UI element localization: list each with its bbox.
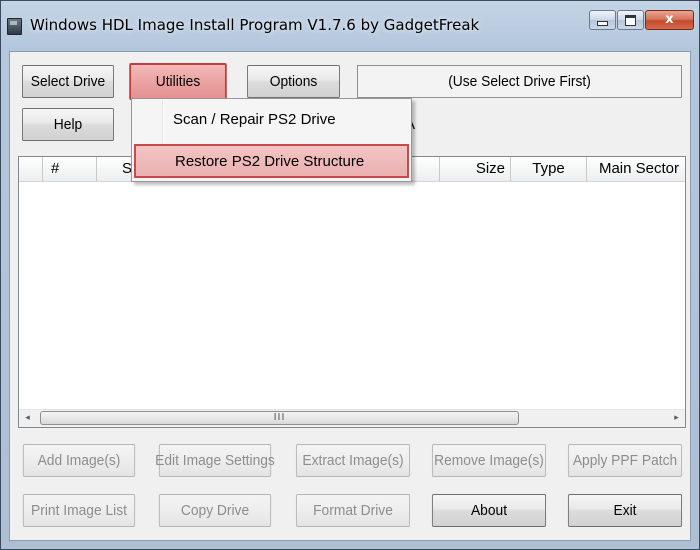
column-header-type[interactable]: Type — [511, 157, 587, 181]
close-icon: x — [665, 12, 674, 27]
drive-status-text: (Use Select Drive First) — [448, 73, 591, 90]
maximize-icon — [625, 15, 636, 26]
title-bar[interactable]: Windows HDL Image Install Program V1.7.6… — [1, 1, 699, 51]
window-title: Windows HDL Image Install Program V1.7.6… — [30, 16, 480, 34]
edit-image-settings-button[interactable]: Edit Image Settings — [155, 444, 275, 477]
apply-ppf-patch-button[interactable]: Apply PPF Patch — [567, 444, 683, 477]
scroll-grip-icon: III — [273, 412, 286, 423]
exit-button[interactable]: Exit — [567, 494, 683, 527]
image-list[interactable]: # S Size Type Main Sector ◂ III ▸ — [18, 156, 686, 428]
help-button[interactable]: Help — [22, 108, 114, 141]
remove-images-button[interactable]: Remove Image(s) — [431, 444, 547, 477]
extract-images-button[interactable]: Extract Image(s) — [295, 444, 411, 477]
app-window: Windows HDL Image Install Program V1.7.6… — [0, 0, 700, 550]
select-drive-button[interactable]: Select Drive — [22, 65, 114, 98]
options-button[interactable]: Options — [247, 65, 340, 98]
scroll-left-icon[interactable]: ◂ — [19, 410, 36, 427]
drive-status-display: (Use Select Drive First) — [357, 65, 682, 98]
column-header-main-sector[interactable]: Main Sector — [587, 157, 685, 181]
scroll-right-icon[interactable]: ▸ — [668, 410, 685, 427]
about-button[interactable]: About — [431, 494, 547, 527]
minimize-icon — [597, 21, 608, 26]
column-header-size[interactable]: Size — [440, 157, 511, 181]
menu-item-label: Restore PS2 Drive Structure — [175, 152, 365, 170]
horizontal-scrollbar[interactable]: ◂ III ▸ — [19, 409, 685, 427]
app-icon[interactable] — [7, 18, 22, 35]
menu-item-label: Scan / Repair PS2 Drive — [173, 110, 336, 128]
utilities-button[interactable]: Utilities — [129, 63, 227, 100]
menu-item-restore-structure[interactable]: Restore PS2 Drive Structure — [134, 144, 409, 178]
close-button[interactable]: x — [645, 10, 694, 30]
print-image-list-button[interactable]: Print Image List — [22, 494, 136, 527]
minimize-button[interactable] — [589, 10, 616, 30]
column-header-number[interactable]: # — [43, 157, 97, 181]
scroll-thumb[interactable]: III — [40, 411, 519, 425]
menu-item-scan-repair[interactable]: Scan / Repair PS2 Drive — [134, 102, 409, 136]
utilities-menu: Scan / Repair PS2 Drive Restore PS2 Driv… — [131, 98, 412, 182]
maximize-button[interactable] — [617, 10, 644, 30]
copy-drive-button[interactable]: Copy Drive — [158, 494, 272, 527]
add-images-button[interactable]: Add Image(s) — [22, 444, 136, 477]
column-header-select[interactable] — [19, 157, 43, 181]
format-drive-button[interactable]: Format Drive — [295, 494, 411, 527]
